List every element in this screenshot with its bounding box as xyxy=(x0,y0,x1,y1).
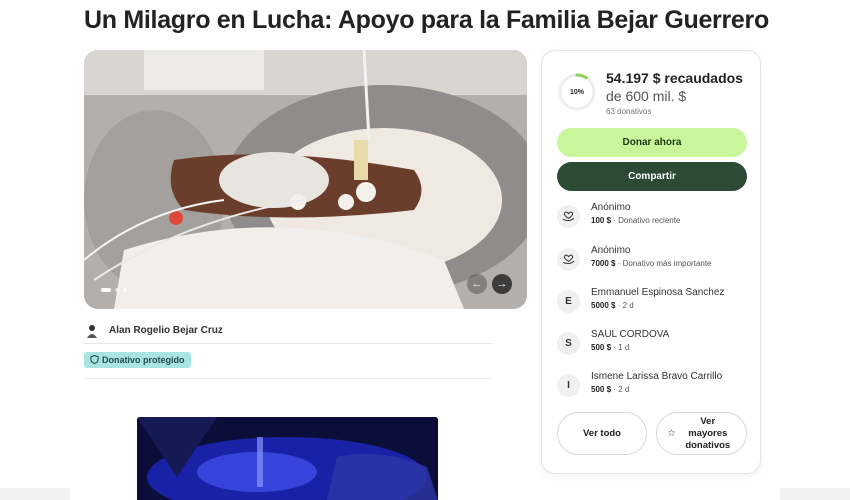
page-background-left xyxy=(0,488,70,500)
organizer-row: Alan Rogelio Bejar Cruz xyxy=(84,318,492,344)
donation-detail: Donativo reciente xyxy=(618,216,681,225)
donate-now-button[interactable]: Donar ahora xyxy=(557,128,747,157)
donor-name: Emmanuel Espinosa Sanchez xyxy=(591,287,725,298)
donation-amount: 100 $ xyxy=(591,216,612,225)
protected-donation-badge[interactable]: Donativo protegido xyxy=(84,351,191,368)
donation-amount: 7000 $ xyxy=(591,259,616,268)
heart-hand-icon xyxy=(562,254,575,265)
carousel-dot[interactable] xyxy=(115,288,119,292)
donor-name: Anónimo xyxy=(591,202,631,213)
donor-avatar: S xyxy=(557,332,580,355)
hero-photo xyxy=(84,50,527,309)
protected-badge-label: Donativo protegido xyxy=(102,354,185,365)
organizer-name[interactable]: Alan Rogelio Bejar Cruz xyxy=(109,325,223,336)
shield-icon xyxy=(90,355,99,364)
progress-percent: 10% xyxy=(569,88,584,96)
donor-avatar: I xyxy=(557,374,580,397)
donation-amount: 5000 $ xyxy=(591,301,616,310)
hero-image-carousel[interactable]: ← → xyxy=(84,50,527,309)
donation-item: S SAUL CORDOVA 500 $ · 1 d xyxy=(557,328,752,360)
donor-name: Ismene Larissa Bravo Carrillo xyxy=(591,371,723,382)
organizer-avatar[interactable] xyxy=(84,323,100,339)
donation-meta: 500 $ · 1 d xyxy=(591,343,630,352)
donation-amount: 500 $ xyxy=(591,385,612,394)
amount-raised: 54.197 $ recaudados xyxy=(606,70,743,86)
carousel-dot-active[interactable] xyxy=(101,288,111,292)
donation-item: Anónimo 100 $ · Donativo reciente xyxy=(557,201,752,233)
donation-item: I Ismene Larissa Bravo Carrillo 500 $ · … xyxy=(557,370,752,402)
heart-hand-icon xyxy=(562,211,575,222)
donation-item: E Emmanuel Espinosa Sanchez 5000 $ · 2 d xyxy=(557,286,752,318)
donor-name: SAUL CORDOVA xyxy=(591,329,670,340)
arrow-left-icon: ← xyxy=(471,278,483,290)
page-title: Un Milagro en Lucha: Apoyo para la Famil… xyxy=(84,6,769,34)
page-background-right xyxy=(780,488,850,500)
donation-detail: Donativo más importante xyxy=(622,259,712,268)
carousel-dots xyxy=(101,288,127,292)
donation-detail: 2 d xyxy=(622,301,634,310)
donor-avatar xyxy=(557,248,580,271)
donation-meta: 7000 $ · Donativo más importante xyxy=(591,259,712,268)
donor-avatar: E xyxy=(557,290,580,313)
donations-count: 63 donativos xyxy=(606,107,652,116)
carousel-next-button[interactable]: → xyxy=(492,274,512,294)
goal-amount: de 600 mil. $ xyxy=(606,88,687,104)
story-photo-image xyxy=(137,417,438,500)
arrow-right-icon: → xyxy=(496,278,508,290)
person-icon xyxy=(87,324,97,338)
carousel-dot[interactable] xyxy=(123,288,127,292)
donation-item: Anónimo 7000 $ · Donativo más importante xyxy=(557,244,752,276)
donor-name: Anónimo xyxy=(591,245,631,256)
donation-meta: 500 $ · 2 d xyxy=(591,385,630,394)
story-photo xyxy=(137,417,438,500)
donor-avatar xyxy=(557,205,580,228)
donation-card: 10% 54.197 $ recaudados de 600 mil. $ 63… xyxy=(541,50,761,474)
see-top-donations-label: Ver mayores donativos xyxy=(685,415,731,451)
share-button[interactable]: Compartir xyxy=(557,162,747,191)
protection-row: Donativo protegido xyxy=(84,351,492,379)
progress-ring: 10% xyxy=(557,72,597,112)
see-top-donations-button[interactable]: ☆ Ver mayores donativos xyxy=(656,412,747,455)
donation-detail: 1 d xyxy=(618,343,630,352)
donation-detail: 2 d xyxy=(618,385,630,394)
donation-meta: 5000 $ · 2 d xyxy=(591,301,634,310)
star-icon: ☆ xyxy=(667,427,676,439)
donation-amount: 500 $ xyxy=(591,343,612,352)
see-all-button[interactable]: Ver todo xyxy=(557,412,647,455)
donation-meta: 100 $ · Donativo reciente xyxy=(591,216,681,225)
carousel-prev-button[interactable]: ← xyxy=(467,274,487,294)
